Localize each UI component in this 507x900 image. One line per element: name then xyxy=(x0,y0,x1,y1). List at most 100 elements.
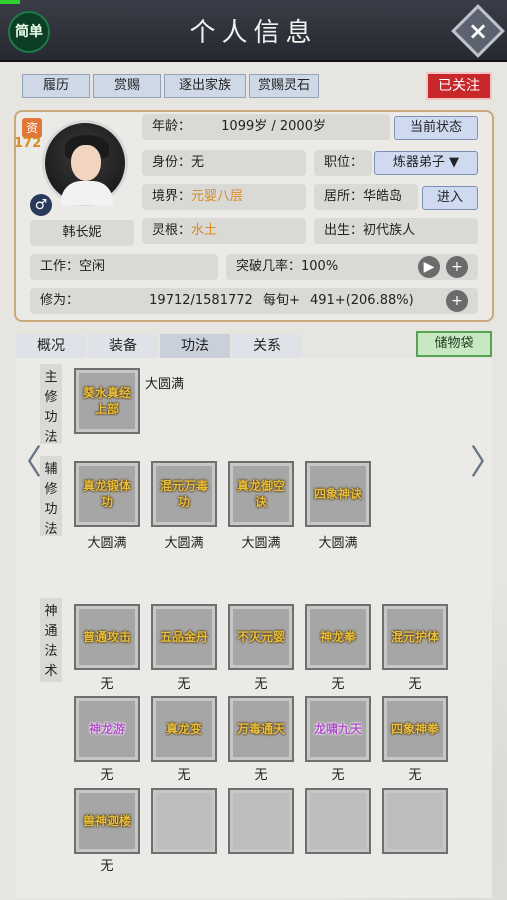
skill-slot[interactable]: 普通攻击 xyxy=(74,604,140,670)
birth-label: 出生： xyxy=(324,223,364,238)
age-label: 年龄： xyxy=(152,119,192,134)
indicator-bar xyxy=(0,0,20,4)
avatar-robe xyxy=(61,181,113,205)
position-label: 职位： xyxy=(314,150,372,176)
skill-slot[interactable]: 混元万毒功 xyxy=(151,461,217,527)
tab-techniques[interactable]: 功法 xyxy=(160,334,230,358)
plus-icon[interactable]: + xyxy=(446,290,468,312)
skill-name: 兽神迦楼 xyxy=(82,814,131,828)
spirit-root-value: 水土 xyxy=(191,223,218,238)
tab-relations[interactable]: 关系 xyxy=(232,334,302,358)
skill-level: 大圆满 xyxy=(318,536,358,551)
skill-name: 神龙拳 xyxy=(319,630,356,644)
skill-name: 神龙游 xyxy=(88,722,125,736)
skill-level: 无 xyxy=(100,677,114,692)
skill-name: 四象神诀 xyxy=(313,487,362,501)
close-icon: × xyxy=(467,17,489,45)
prev-arrow-icon[interactable]: 〈 xyxy=(8,435,42,484)
residence-field: 居所：华皓岛 xyxy=(314,184,418,210)
identity-label: 身份： xyxy=(152,155,192,170)
skill-slot[interactable]: 真龙锻体功 xyxy=(74,461,140,527)
magic-arts-label: 神通法术 xyxy=(40,598,62,682)
tab-reward[interactable]: 赏赐 xyxy=(93,74,161,98)
skill-name: 混元万毒功 xyxy=(159,479,208,509)
birth-value: 初代族人 xyxy=(363,223,416,238)
skill-name: 不灭元婴 xyxy=(236,630,285,644)
skill-name: 龙啸九天 xyxy=(313,722,362,736)
skill-level: 无 xyxy=(331,677,345,692)
skill-name: 葵水真经上部 xyxy=(82,386,131,416)
storage-bag-button[interactable]: 储物袋 xyxy=(416,331,492,357)
skill-name: 四象神拳 xyxy=(390,722,439,736)
next-arrow-icon[interactable]: 〉 xyxy=(470,435,504,484)
tab-overview[interactable]: 概况 xyxy=(16,334,86,358)
skill-name: 万毒通天 xyxy=(236,722,285,736)
residence-value: 华皓岛 xyxy=(363,189,403,204)
plus-icon[interactable]: + xyxy=(446,256,468,278)
sub-tab-row: 概况 装备 功法 关系 xyxy=(16,334,302,358)
skill-slot[interactable]: 混元护体 xyxy=(382,604,448,670)
avatar xyxy=(42,120,128,206)
age-field: 年龄： 1099岁 / 2000岁 xyxy=(142,114,390,140)
age-value: 1099岁 / 2000岁 xyxy=(221,119,326,134)
empty-skill-slot[interactable] xyxy=(228,788,294,854)
skill-name: 五品金丹 xyxy=(159,630,208,644)
male-icon: ♂ xyxy=(30,194,52,216)
skill-slot[interactable]: 真龙御空诀 xyxy=(228,461,294,527)
work-value: 空闲 xyxy=(79,259,106,274)
tab-resume[interactable]: 履历 xyxy=(22,74,90,98)
per-turn-value: 491+(206.88%) xyxy=(309,293,414,308)
spirit-root-label: 灵根： xyxy=(152,223,192,238)
tab-reward-stones[interactable]: 赏赐灵石 xyxy=(249,74,319,98)
play-icon[interactable]: ▶ xyxy=(418,256,440,278)
per-turn-label: 每旬+ xyxy=(262,293,300,308)
skill-slot[interactable]: 龙啸九天 xyxy=(305,696,371,762)
skill-level: 大圆满 xyxy=(164,536,204,551)
empty-skill-slot[interactable] xyxy=(305,788,371,854)
work-field: 工作：空闲 xyxy=(30,254,218,280)
skill-slot[interactable]: 五品金丹 xyxy=(151,604,217,670)
tab-equipment[interactable]: 装备 xyxy=(88,334,158,358)
aptitude-badge: 资 xyxy=(22,118,42,138)
tab-expel[interactable]: 逐出家族 xyxy=(164,74,246,98)
follow-button[interactable]: 已关注 xyxy=(426,72,492,100)
position-dropdown[interactable]: 炼器弟子 ▼ xyxy=(374,151,478,175)
skill-level: 无 xyxy=(100,768,114,783)
skill-slot[interactable]: 葵水真经上部 xyxy=(74,368,140,434)
work-label: 工作： xyxy=(40,259,80,274)
current-status-button[interactable]: 当前状态 xyxy=(394,116,478,140)
realm-field: 境界：元婴八层 xyxy=(142,184,306,210)
skill-level: 大圆满 xyxy=(241,536,281,551)
skill-level: 无 xyxy=(177,768,191,783)
skill-level: 无 xyxy=(254,677,268,692)
skill-slot[interactable]: 万毒通天 xyxy=(228,696,294,762)
cultivation-field: 修为： 19712/1581772 每旬+ 491+(206.88%) xyxy=(30,288,478,314)
skill-level: 无 xyxy=(177,677,191,692)
residence-label: 居所： xyxy=(324,189,364,204)
empty-skill-slot[interactable] xyxy=(382,788,448,854)
skill-level: 无 xyxy=(100,859,114,874)
skill-slot[interactable]: 不灭元婴 xyxy=(228,604,294,670)
skill-slot[interactable]: 兽神迦楼 xyxy=(74,788,140,854)
skill-name: 真龙锻体功 xyxy=(82,479,131,509)
skill-level: 大圆满 xyxy=(87,536,127,551)
skill-slot[interactable]: 神龙游 xyxy=(74,696,140,762)
main-technique-label: 主修功法 xyxy=(40,364,62,445)
skill-slot[interactable]: 四象神诀 xyxy=(305,461,371,527)
cultivation-value: 19712/1581772 xyxy=(149,293,253,308)
top-tab-row: 履历 赏赐 逐出家族 赏赐灵石 xyxy=(22,74,319,98)
breakthrough-field: 突破几率：100% xyxy=(226,254,478,280)
top-bar: 简单 个人信息 × xyxy=(0,0,507,62)
skill-level: 无 xyxy=(331,768,345,783)
skill-name: 混元护体 xyxy=(390,630,439,644)
skill-slot[interactable]: 四象神拳 xyxy=(382,696,448,762)
skill-level: 无 xyxy=(408,768,422,783)
empty-skill-slot[interactable] xyxy=(151,788,217,854)
realm-value: 元婴八层 xyxy=(191,189,244,204)
skill-slot[interactable]: 神龙拳 xyxy=(305,604,371,670)
skill-name: 普通攻击 xyxy=(82,630,131,644)
identity-value: 无 xyxy=(191,155,205,170)
skill-slot[interactable]: 真龙变 xyxy=(151,696,217,762)
identity-field: 身份：无 xyxy=(142,150,306,176)
enter-button[interactable]: 进入 xyxy=(422,186,478,210)
